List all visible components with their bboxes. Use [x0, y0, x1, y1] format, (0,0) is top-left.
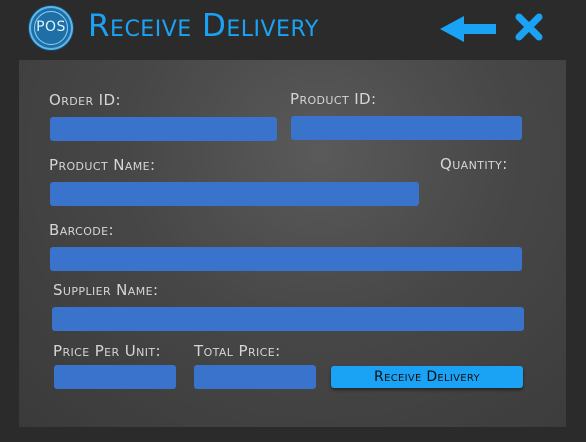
product-name-label: Product Name: — [49, 156, 156, 174]
supplier-name-label: Supplier Name: — [53, 281, 159, 299]
total-price-label: Total Price: — [194, 342, 281, 360]
barcode-label: Barcode: — [49, 221, 114, 239]
product-name-input[interactable] — [50, 182, 419, 206]
product-id-input[interactable] — [291, 116, 522, 140]
quantity-label: Quantity: — [440, 155, 508, 173]
title-bar: POS Receive Delivery — [0, 0, 586, 58]
pos-logo: POS — [29, 6, 73, 50]
close-x-icon — [515, 13, 543, 41]
supplier-name-input[interactable] — [52, 307, 524, 331]
receive-delivery-button[interactable]: Receive Delivery — [331, 366, 523, 388]
logo-text: POS — [36, 19, 66, 35]
total-price-input[interactable] — [194, 365, 316, 389]
arrow-left-icon — [440, 16, 496, 42]
order-id-input[interactable] — [50, 117, 277, 141]
order-id-label: Order ID: — [49, 91, 121, 109]
back-button[interactable] — [440, 16, 498, 42]
delivery-form-panel: Order ID: Product ID: Product Name: Quan… — [19, 60, 566, 427]
product-id-label: Product ID: — [290, 90, 377, 108]
price-per-unit-input[interactable] — [54, 365, 176, 389]
close-button[interactable] — [514, 12, 544, 42]
price-per-unit-label: Price Per Unit: — [53, 342, 161, 360]
window-title: Receive Delivery — [88, 8, 319, 44]
barcode-input[interactable] — [50, 247, 522, 271]
